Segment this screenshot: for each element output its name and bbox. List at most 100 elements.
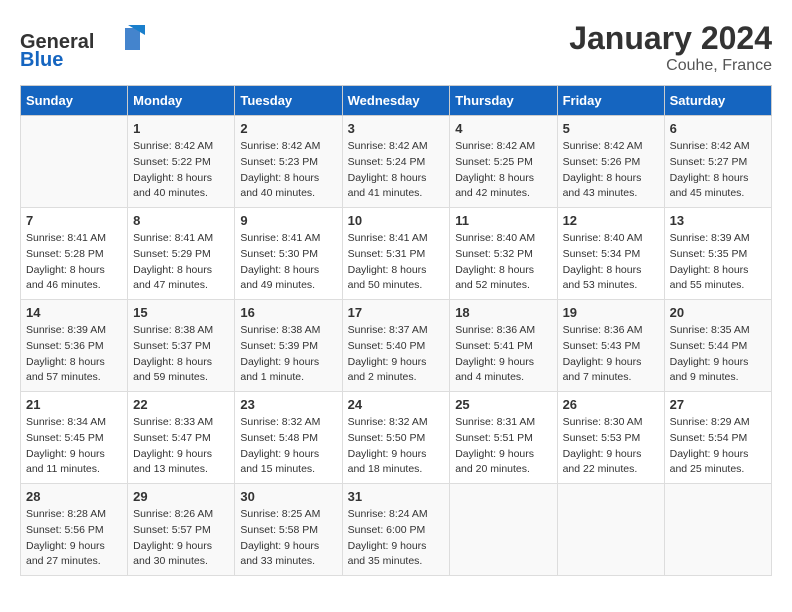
day-info: Sunrise: 8:26 AMSunset: 5:57 PMDaylight:… — [133, 507, 229, 570]
day-of-week-header: Tuesday — [235, 86, 342, 116]
day-info: Sunrise: 8:33 AMSunset: 5:47 PMDaylight:… — [133, 415, 229, 478]
day-number: 28 — [26, 489, 122, 504]
day-info: Sunrise: 8:35 AMSunset: 5:44 PMDaylight:… — [670, 323, 766, 386]
day-info: Sunrise: 8:41 AMSunset: 5:30 PMDaylight:… — [240, 231, 336, 294]
day-number: 2 — [240, 121, 336, 136]
calendar-cell: 10 Sunrise: 8:41 AMSunset: 5:31 PMDayligh… — [342, 208, 450, 300]
day-number: 22 — [133, 397, 229, 412]
day-number: 13 — [670, 213, 766, 228]
day-number: 15 — [133, 305, 229, 320]
day-number: 9 — [240, 213, 336, 228]
days-header-row: SundayMondayTuesdayWednesdayThursdayFrid… — [21, 86, 772, 116]
calendar-cell — [450, 484, 557, 576]
calendar-cell: 9 Sunrise: 8:41 AMSunset: 5:30 PMDaylight… — [235, 208, 342, 300]
day-info: Sunrise: 8:31 AMSunset: 5:51 PMDaylight:… — [455, 415, 551, 478]
day-number: 20 — [670, 305, 766, 320]
calendar-week-row: 1Sunrise: 8:42 AMSunset: 5:22 PMDaylight… — [21, 116, 772, 208]
day-info: Sunrise: 8:34 AMSunset: 5:45 PMDaylight:… — [26, 415, 122, 478]
calendar-cell: 6 Sunrise: 8:42 AMSunset: 5:27 PMDaylight… — [664, 116, 771, 208]
day-info: Sunrise: 8:30 AMSunset: 5:53 PMDaylight:… — [563, 415, 659, 478]
day-number: 26 — [563, 397, 659, 412]
calendar-cell: 15 Sunrise: 8:38 AMSunset: 5:37 PMDayligh… — [128, 300, 235, 392]
day-info: Sunrise: 8:32 AMSunset: 5:50 PMDaylight:… — [348, 415, 445, 478]
calendar-cell: 29 Sunrise: 8:26 AMSunset: 5:57 PMDayligh… — [128, 484, 235, 576]
day-number: 21 — [26, 397, 122, 412]
day-info: Sunrise: 8:38 AMSunset: 5:39 PMDaylight:… — [240, 323, 336, 386]
calendar-cell: 21 Sunrise: 8:34 AMSunset: 5:45 PMDayligh… — [21, 392, 128, 484]
day-info: Sunrise: 8:36 AMSunset: 5:43 PMDaylight:… — [563, 323, 659, 386]
day-info: Sunrise: 8:39 AMSunset: 5:36 PMDaylight:… — [26, 323, 122, 386]
day-number: 27 — [670, 397, 766, 412]
calendar-cell: 26 Sunrise: 8:30 AMSunset: 5:53 PMDayligh… — [557, 392, 664, 484]
calendar-cell: 1Sunrise: 8:42 AMSunset: 5:22 PMDaylight… — [128, 116, 235, 208]
day-info: Sunrise: 8:42 AMSunset: 5:22 PMDaylight:… — [133, 139, 229, 202]
day-number: 25 — [455, 397, 551, 412]
day-number: 17 — [348, 305, 445, 320]
logo-text: General Blue — [20, 20, 150, 75]
day-info: Sunrise: 8:40 AMSunset: 5:34 PMDaylight:… — [563, 231, 659, 294]
day-number: 31 — [348, 489, 445, 504]
calendar-week-row: 7Sunrise: 8:41 AMSunset: 5:28 PMDaylight… — [21, 208, 772, 300]
calendar-cell: 13 Sunrise: 8:39 AMSunset: 5:35 PMDayligh… — [664, 208, 771, 300]
calendar-week-row: 28 Sunrise: 8:28 AMSunset: 5:56 PMDayligh… — [21, 484, 772, 576]
day-of-week-header: Sunday — [21, 86, 128, 116]
day-number: 23 — [240, 397, 336, 412]
calendar-cell: 27Sunrise: 8:29 AMSunset: 5:54 PMDayligh… — [664, 392, 771, 484]
page-header: General Blue January 2024 Couhe, France — [20, 20, 772, 75]
calendar-cell: 8Sunrise: 8:41 AMSunset: 5:29 PMDaylight… — [128, 208, 235, 300]
day-number: 8 — [133, 213, 229, 228]
calendar-cell: 28 Sunrise: 8:28 AMSunset: 5:56 PMDayligh… — [21, 484, 128, 576]
calendar-cell: 2 Sunrise: 8:42 AMSunset: 5:23 PMDaylight… — [235, 116, 342, 208]
day-info: Sunrise: 8:38 AMSunset: 5:37 PMDaylight:… — [133, 323, 229, 386]
calendar-cell: 31Sunrise: 8:24 AMSunset: 6:00 PMDayligh… — [342, 484, 450, 576]
calendar-cell — [664, 484, 771, 576]
day-info: Sunrise: 8:42 AMSunset: 5:23 PMDaylight:… — [240, 139, 336, 202]
logo: General Blue — [20, 20, 150, 75]
calendar-cell: 24 Sunrise: 8:32 AMSunset: 5:50 PMDayligh… — [342, 392, 450, 484]
calendar-body: 1Sunrise: 8:42 AMSunset: 5:22 PMDaylight… — [21, 116, 772, 576]
day-info: Sunrise: 8:42 AMSunset: 5:27 PMDaylight:… — [670, 139, 766, 202]
calendar-week-row: 21 Sunrise: 8:34 AMSunset: 5:45 PMDayligh… — [21, 392, 772, 484]
day-number: 4 — [455, 121, 551, 136]
day-number: 10 — [348, 213, 445, 228]
calendar-cell: 7Sunrise: 8:41 AMSunset: 5:28 PMDaylight… — [21, 208, 128, 300]
calendar-cell: 19Sunrise: 8:36 AMSunset: 5:43 PMDayligh… — [557, 300, 664, 392]
calendar-cell: 11 Sunrise: 8:40 AMSunset: 5:32 PMDayligh… — [450, 208, 557, 300]
day-number: 30 — [240, 489, 336, 504]
calendar-cell: 30Sunrise: 8:25 AMSunset: 5:58 PMDayligh… — [235, 484, 342, 576]
day-number: 29 — [133, 489, 229, 504]
calendar-cell: 12Sunrise: 8:40 AMSunset: 5:34 PMDayligh… — [557, 208, 664, 300]
day-number: 6 — [670, 121, 766, 136]
day-of-week-header: Monday — [128, 86, 235, 116]
calendar-cell: 5Sunrise: 8:42 AMSunset: 5:26 PMDaylight… — [557, 116, 664, 208]
calendar-cell: 14 Sunrise: 8:39 AMSunset: 5:36 PMDayligh… — [21, 300, 128, 392]
day-of-week-header: Thursday — [450, 86, 557, 116]
calendar-cell: 3Sunrise: 8:42 AMSunset: 5:24 PMDaylight… — [342, 116, 450, 208]
calendar-table: SundayMondayTuesdayWednesdayThursdayFrid… — [20, 85, 772, 576]
day-info: Sunrise: 8:37 AMSunset: 5:40 PMDaylight:… — [348, 323, 445, 386]
svg-text:Blue: Blue — [20, 49, 63, 70]
calendar-cell — [21, 116, 128, 208]
title-block: January 2024 Couhe, France — [569, 20, 772, 75]
calendar-week-row: 14 Sunrise: 8:39 AMSunset: 5:36 PMDayligh… — [21, 300, 772, 392]
day-of-week-header: Saturday — [664, 86, 771, 116]
day-info: Sunrise: 8:42 AMSunset: 5:25 PMDaylight:… — [455, 139, 551, 202]
calendar-cell: 4 Sunrise: 8:42 AMSunset: 5:25 PMDaylight… — [450, 116, 557, 208]
day-number: 14 — [26, 305, 122, 320]
day-info: Sunrise: 8:32 AMSunset: 5:48 PMDaylight:… — [240, 415, 336, 478]
calendar-cell: 23 Sunrise: 8:32 AMSunset: 5:48 PMDayligh… — [235, 392, 342, 484]
day-number: 24 — [348, 397, 445, 412]
day-number: 11 — [455, 213, 551, 228]
calendar-cell: 25 Sunrise: 8:31 AMSunset: 5:51 PMDayligh… — [450, 392, 557, 484]
day-info: Sunrise: 8:42 AMSunset: 5:26 PMDaylight:… — [563, 139, 659, 202]
day-info: Sunrise: 8:28 AMSunset: 5:56 PMDaylight:… — [26, 507, 122, 570]
calendar-cell: 18Sunrise: 8:36 AMSunset: 5:41 PMDayligh… — [450, 300, 557, 392]
day-info: Sunrise: 8:41 AMSunset: 5:31 PMDaylight:… — [348, 231, 445, 294]
calendar-cell: 17 Sunrise: 8:37 AMSunset: 5:40 PMDayligh… — [342, 300, 450, 392]
calendar-cell: 20 Sunrise: 8:35 AMSunset: 5:44 PMDayligh… — [664, 300, 771, 392]
day-number: 16 — [240, 305, 336, 320]
day-of-week-header: Friday — [557, 86, 664, 116]
day-info: Sunrise: 8:40 AMSunset: 5:32 PMDaylight:… — [455, 231, 551, 294]
day-info: Sunrise: 8:39 AMSunset: 5:35 PMDaylight:… — [670, 231, 766, 294]
month-year-title: January 2024 — [569, 20, 772, 57]
